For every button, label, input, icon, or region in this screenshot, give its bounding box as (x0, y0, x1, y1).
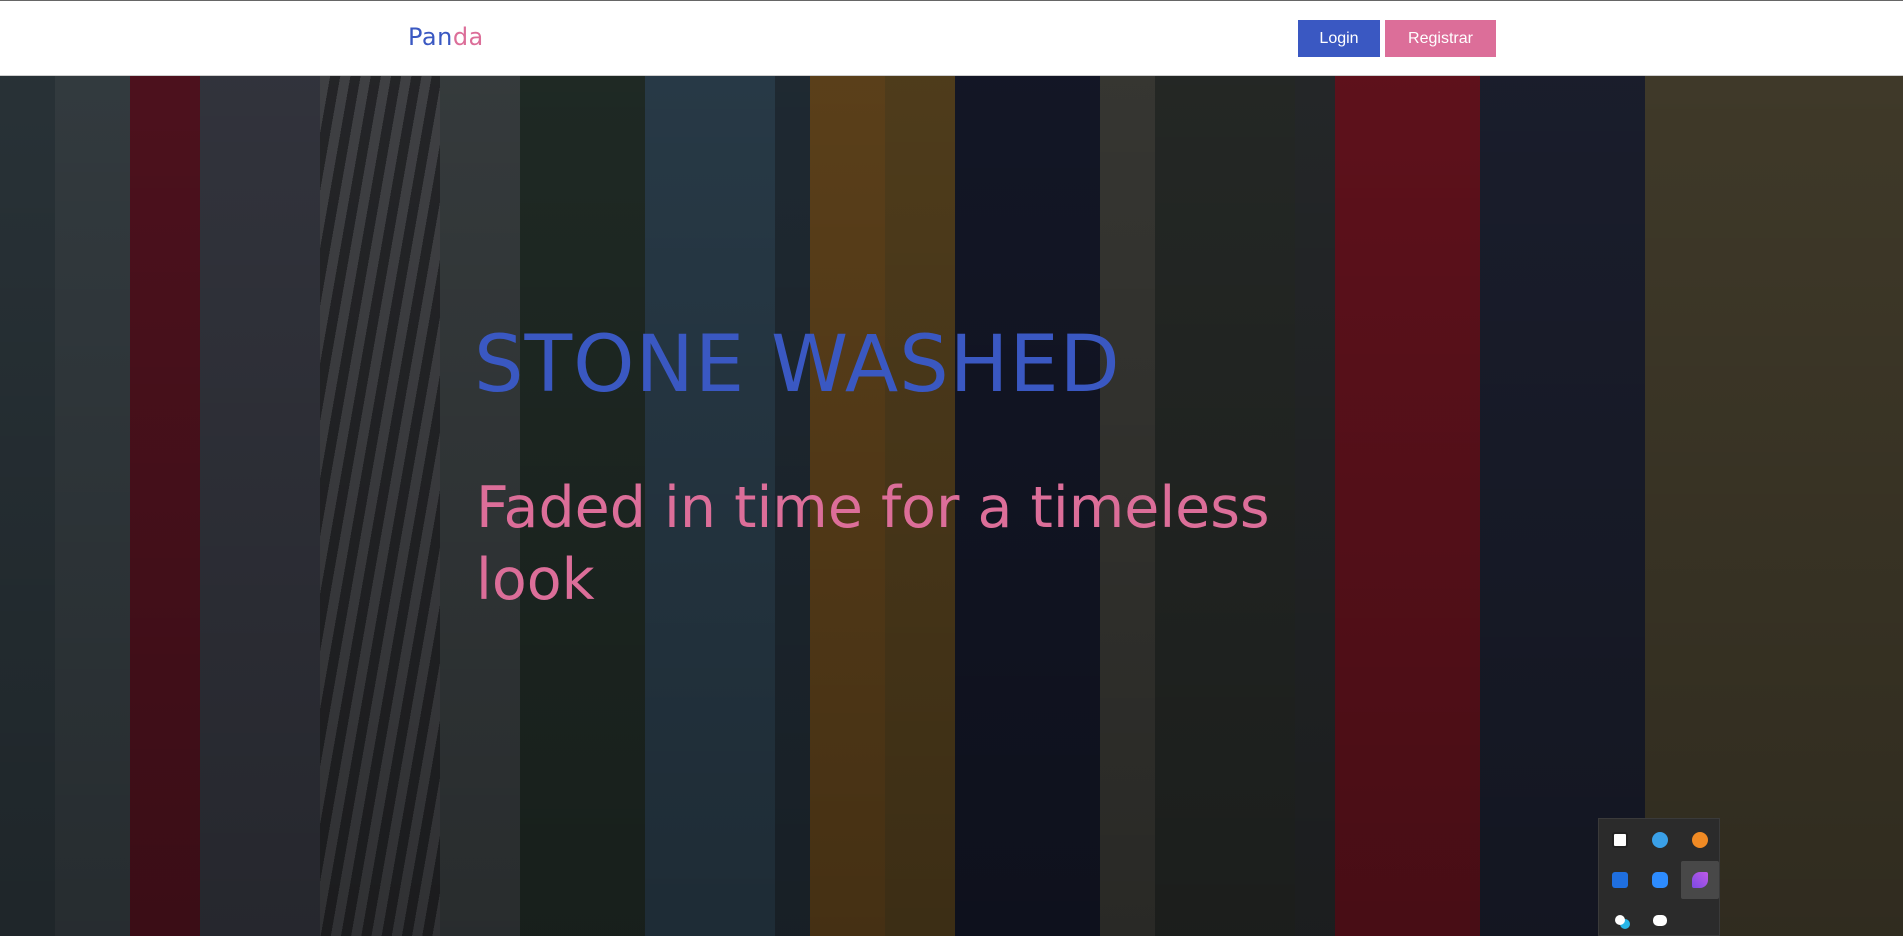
hero-banner: STONE WASHED Faded in time for a timeles… (0, 76, 1903, 936)
hero-title: STONE WASHED (474, 320, 1121, 410)
video-meeting-icon[interactable] (1641, 861, 1679, 899)
top-navbar: Panda Login Registrar (0, 0, 1903, 76)
brand-logo[interactable]: Panda (408, 23, 484, 51)
audio-wave-icon[interactable] (1601, 861, 1639, 899)
feather-icon[interactable] (1681, 861, 1719, 899)
security-warning-icon[interactable] (1601, 821, 1639, 859)
logo-text-part1: Pan (408, 23, 453, 51)
register-button[interactable]: Registrar (1385, 20, 1496, 57)
sync-icon[interactable] (1601, 901, 1639, 936)
system-tray-popup (1598, 818, 1720, 936)
hero-subtitle: Faded in time for a timeless look (476, 475, 1270, 613)
browser-icon[interactable] (1641, 821, 1679, 859)
discord-icon[interactable] (1641, 901, 1679, 936)
logo-text-part2: da (452, 23, 484, 51)
rss-icon[interactable] (1681, 821, 1719, 859)
login-button[interactable]: Login (1298, 20, 1380, 57)
